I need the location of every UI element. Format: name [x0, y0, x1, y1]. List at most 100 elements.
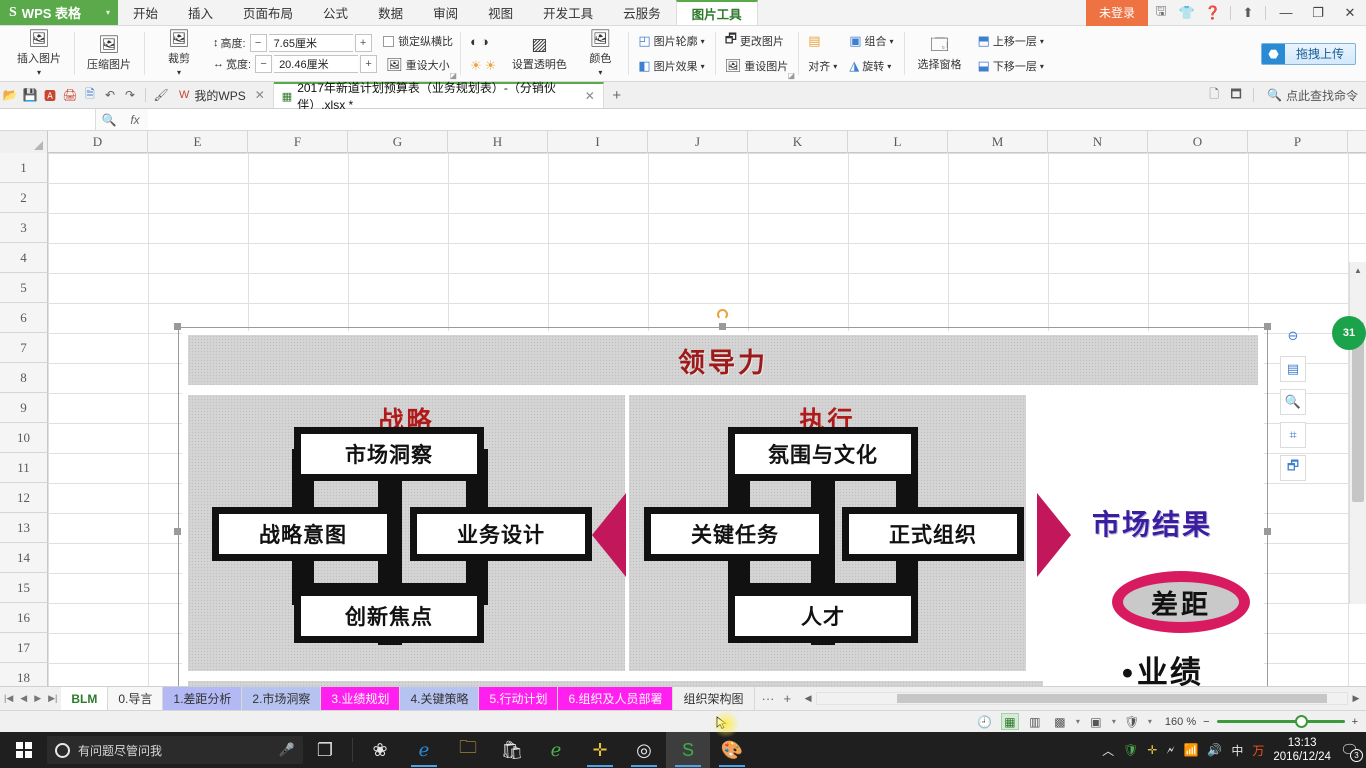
name-box[interactable] [0, 109, 96, 130]
height-input[interactable]: 7.65厘米 [268, 34, 353, 52]
redo-icon[interactable]: ↷ [120, 82, 140, 108]
crop-button[interactable]: 🖼 裁剪 ▾ [148, 26, 210, 81]
media-player-icon[interactable]: ◎ [622, 732, 666, 768]
last-sheet-button[interactable]: ▶| [48, 693, 57, 704]
column-header-P[interactable]: P [1248, 131, 1348, 153]
show-hidden-icons-button[interactable]: ︿ [1102, 742, 1114, 759]
next-sheet-button[interactable]: ▶ [34, 693, 41, 704]
tab-formula[interactable]: 公式 [308, 0, 363, 25]
row-header[interactable]: 12 [0, 483, 48, 513]
sheet-tab-org-chart[interactable]: 组织架构图 [673, 687, 755, 710]
column-header-K[interactable]: K [748, 131, 848, 153]
row-header[interactable]: 5 [0, 273, 48, 303]
network-icon[interactable]: 📶 [1183, 743, 1198, 757]
restore-button[interactable]: ❐ [1302, 0, 1334, 26]
save-icon[interactable]: 💾 [20, 82, 40, 108]
doc-tab-workbook[interactable]: ▦ 2017年新道计划预算表（业务规划表）-（分销伙伴）.xlsx * ✕ [273, 81, 604, 112]
float-badge[interactable]: 31 [1332, 316, 1366, 350]
history-icon[interactable]: 🕘 [976, 715, 994, 729]
sheet-tab-gap-analysis[interactable]: 1.差距分析 [163, 687, 243, 710]
height-stepper[interactable]: ↕ 高度: − 7.65厘米 + [213, 34, 377, 52]
microphone-icon[interactable]: 🎤 [279, 742, 295, 758]
chevron-down-icon[interactable]: ▾ [1112, 717, 1116, 726]
horizontal-scrollbar[interactable]: ◀ ▶ [798, 687, 1366, 710]
chevron-down-icon[interactable]: ▾ [1148, 717, 1152, 726]
lock-aspect-checkbox[interactable]: 锁定纵横比 [383, 31, 453, 51]
rotate-handle[interactable] [717, 309, 728, 320]
close-icon[interactable]: ✕ [585, 89, 595, 103]
read-mode-icon[interactable]: ▣ [1087, 715, 1105, 729]
send-backward-button[interactable]: ⬓ 下移一层 ▾ [975, 55, 1047, 77]
resize-handle-mr[interactable] [1264, 528, 1271, 535]
change-picture-button[interactable]: 🗗 更改图片 [722, 30, 792, 52]
selection-pane-button[interactable]: 🗔 选择窗格 [908, 26, 972, 81]
tab-review[interactable]: 审阅 [418, 0, 473, 25]
formula-zoom-icon[interactable]: 🔍 [96, 113, 122, 127]
zoom-search-icon[interactable]: 🔍 [1280, 389, 1306, 415]
layers-icon[interactable]: ▤ [1280, 356, 1306, 382]
picture-effects-button[interactable]: ◧ 图片效果 ▾ [635, 55, 707, 77]
chevron-down-icon[interactable]: ▾ [1076, 717, 1080, 726]
help-icon[interactable]: ❓ [1200, 0, 1226, 26]
start-button[interactable] [0, 732, 47, 768]
row-header[interactable]: 2 [0, 183, 48, 213]
format-painter-icon[interactable]: 🖌 [151, 82, 171, 108]
zoom-out-button[interactable]: − [1203, 716, 1209, 728]
brightness-increase-icon[interactable]: ☀ [470, 58, 482, 74]
insert-picture-button[interactable]: 🖼 插入图片 ▾ [8, 26, 70, 81]
chevron-down-icon[interactable]: ▾ [106, 8, 110, 17]
align-icon[interactable]: ▤ [808, 33, 820, 49]
pdf-export-icon[interactable]: 🅰 [40, 82, 60, 108]
ie-green-icon[interactable]: ℯ [534, 732, 578, 768]
row-header[interactable]: 13 [0, 513, 48, 543]
contrast-increase-icon[interactable]: ◐ [470, 34, 478, 49]
width-input[interactable]: 20.46厘米 [274, 55, 359, 73]
close-icon[interactable]: ✕ [255, 88, 265, 102]
sheet-tab-performance-plan[interactable]: 3.业绩规划 [321, 687, 401, 710]
paint-icon[interactable]: 🎨 [710, 732, 754, 768]
store-icon[interactable]: 🛍 [490, 732, 534, 768]
tab-developer[interactable]: 开发工具 [528, 0, 608, 25]
rotate-button[interactable]: ◮ 旋转 ▾ [846, 55, 896, 77]
wps-icon[interactable]: S [666, 732, 710, 768]
new-tab-button[interactable]: + [604, 82, 630, 108]
row-header[interactable]: 11 [0, 453, 48, 483]
blm-model-picture[interactable]: 领导力 战略 市场洞察 战略意图 业务设计 创新焦点 执行 氛围与文化 关键任务… [174, 309, 1271, 686]
row-header[interactable]: 3 [0, 213, 48, 243]
protect-icon[interactable]: 🛡 [1123, 715, 1141, 729]
row-header[interactable]: 4 [0, 243, 48, 273]
print-icon[interactable]: 🖨 [60, 82, 80, 108]
reset-picture-button[interactable]: 🖼 重设图片 [722, 55, 792, 77]
sheet-tab-intro[interactable]: 0.导言 [108, 687, 164, 710]
minus-circle-icon[interactable]: ⊖ [1280, 323, 1306, 349]
row-header[interactable]: 7 [0, 333, 48, 363]
picture-outline-button[interactable]: ◰ 图片轮廓 ▾ [635, 30, 707, 52]
column-header-H[interactable]: H [448, 131, 548, 153]
security-shield-icon[interactable]: 🛡 [1123, 743, 1138, 757]
zoom-slider[interactable] [1216, 715, 1345, 728]
sheet-tab-key-strategy[interactable]: 4.关键策略 [400, 687, 480, 710]
column-header-L[interactable]: L [848, 131, 948, 153]
row-header[interactable]: 1 [0, 153, 48, 183]
column-header-M[interactable]: M [948, 131, 1048, 153]
height-decrease-button[interactable]: − [249, 34, 267, 52]
formula-input[interactable] [148, 109, 1366, 130]
first-sheet-button[interactable]: |◀ [4, 693, 13, 704]
column-header-G[interactable]: G [348, 131, 448, 153]
undo-icon[interactable]: ↶ [100, 82, 120, 108]
screenshot-icon[interactable]: 🗗 [1280, 455, 1306, 481]
height-increase-button[interactable]: + [354, 34, 372, 52]
tshirt-skin-icon[interactable]: 👕 [1174, 0, 1200, 26]
ime-tray-label[interactable]: 中 [1231, 742, 1243, 759]
normal-view-icon[interactable]: ▦ [1000, 713, 1019, 730]
volume-icon[interactable]: 🔊 [1207, 743, 1222, 757]
column-header-I[interactable]: I [548, 131, 648, 153]
file-explorer-icon[interactable]: 🗀 [446, 732, 490, 768]
horizontal-scroll-thumb[interactable] [897, 694, 1328, 703]
column-header-O[interactable]: O [1148, 131, 1248, 153]
ime-tray-icon[interactable]: 万 [1252, 742, 1264, 759]
dropbox-icon[interactable]: ❀ [358, 732, 402, 768]
brightness-decrease-icon[interactable]: ☀ [485, 58, 497, 74]
row-header[interactable]: 17 [0, 633, 48, 663]
contrast-decrease-icon[interactable]: ◑ [481, 34, 489, 49]
